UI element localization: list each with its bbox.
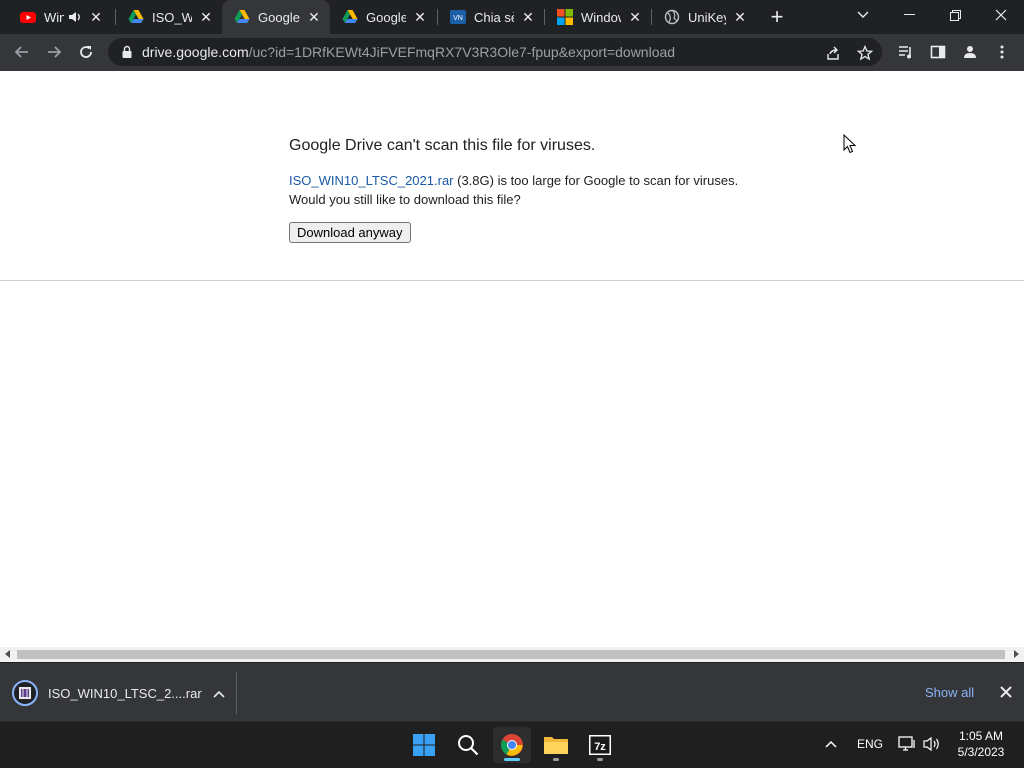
url-path: /uc?id=1DRfKEWt4JiFVEFmqRX7V3R3Ole7-fpup… [248,44,676,60]
forward-button[interactable] [40,38,68,66]
download-shelf: ISO_WIN10_LTSC_2....rar Show all [0,662,1024,721]
forward-arrow-icon [48,46,62,58]
web-page: Google Drive can't scan this file for vi… [0,71,1024,647]
back-arrow-icon [14,46,28,58]
volume-icon[interactable] [922,734,942,754]
divider [0,280,1024,281]
tab-title: Google [258,9,300,25]
close-icon[interactable]: ✕ [88,9,104,25]
mouse-cursor-icon [843,134,857,154]
google-drive-icon [342,10,358,23]
warning-message: ISO_WIN10_LTSC_2021.rar (3.8G) is too la… [289,171,889,209]
close-window-button[interactable] [978,0,1024,30]
horizontal-scrollbar[interactable] [0,647,1024,662]
7zip-icon[interactable]: 7z [581,727,619,763]
screen: Win ✕ ISO_WI ✕ Google ✕ Google ✕ VN Chia… [0,0,1024,768]
size-warning-text: (3.8G) is too large for Google to scan f… [453,173,739,188]
running-app-indicator [553,758,559,761]
reload-button[interactable] [72,38,100,66]
bookmark-star-icon[interactable] [856,44,874,62]
search-icon[interactable] [449,727,487,763]
chevron-up-icon[interactable] [210,686,228,701]
tab-chia-se[interactable]: VN Chia sẻ ✕ [438,0,544,34]
tab-title: Win [44,9,64,25]
svg-text:VN: VN [453,15,463,22]
close-icon[interactable]: ✕ [732,9,748,25]
file-link[interactable]: ISO_WIN10_LTSC_2021.rar [289,173,454,188]
url-host: drive.google.com [142,44,249,60]
download-anyway-button[interactable]: Download anyway [289,222,411,243]
close-icon[interactable]: ✕ [520,9,536,25]
running-app-indicator [597,758,603,761]
file-explorer-icon[interactable] [537,727,575,763]
windows-taskbar: 7z ENG 1:05 AM 5/3/2023 [0,721,1024,768]
network-icon[interactable] [897,734,917,754]
tab-youtube[interactable]: Win ✕ [8,0,112,34]
microsoft-icon [557,9,573,25]
tab-google-drive-2[interactable]: Google ✕ [330,0,436,34]
chevron-up-icon[interactable] [822,734,840,754]
download-filename: ISO_WIN10_LTSC_2....rar [48,685,202,701]
tab-iso-drive[interactable]: ISO_WI ✕ [116,0,222,34]
tab-google-drive-active[interactable]: Google ✕ [222,0,330,34]
vn-site-icon: VN [450,10,466,24]
virus-warning-content: Google Drive can't scan this file for vi… [289,137,889,243]
tab-title: UniKey [688,9,726,25]
download-item[interactable]: ISO_WIN10_LTSC_2....rar [12,677,228,709]
globe-icon [664,9,680,25]
media-queue-icon [899,46,911,59]
scrollbar-thumb[interactable] [17,650,1005,659]
tab-windows[interactable]: Window ✕ [545,0,651,34]
google-drive-icon [234,10,250,23]
shelf-divider [236,672,237,714]
clock-date: 5/3/2023 [957,745,1005,759]
google-drive-icon [128,10,144,23]
tab-title: ISO_WI [152,9,192,25]
chrome-menu-button[interactable] [988,38,1016,66]
share-icon[interactable] [824,44,842,62]
reload-icon [80,46,92,58]
profile-icon [964,46,976,58]
close-icon[interactable] [997,683,1015,701]
media-control-button[interactable] [892,38,920,66]
scroll-left-icon[interactable] [5,650,10,658]
svg-text:7z: 7z [594,741,606,753]
youtube-icon [20,12,36,23]
profile-button[interactable] [956,38,984,66]
close-icon[interactable]: ✕ [306,9,322,25]
tab-title: Chia sẻ [474,9,514,25]
show-all-button[interactable]: Show all [913,683,986,702]
close-icon[interactable]: ✕ [198,9,214,25]
minimize-button[interactable] [886,0,932,30]
active-app-indicator [504,758,520,761]
page-title: Google Drive can't scan this file for vi… [289,137,596,154]
browser-toolbar: drive.google.com/uc?id=1DRfKEWt4JiFVEFmq… [0,34,1024,71]
new-tab-button[interactable]: + [766,6,788,28]
windows-start-icon[interactable] [405,727,443,763]
side-panel-icon [930,45,946,59]
rar-file-icon [12,680,38,706]
language-indicator[interactable]: ENG [852,734,888,754]
address-bar[interactable]: drive.google.com/uc?id=1DRfKEWt4JiFVEFmq… [108,38,882,66]
confirm-question: Would you still like to download this fi… [289,192,521,207]
close-icon[interactable]: ✕ [627,9,643,25]
clock-time: 1:05 AM [958,729,1004,743]
more-vert-icon [1000,45,1004,59]
back-button[interactable] [8,38,36,66]
restore-button[interactable] [932,0,978,30]
chrome-icon[interactable] [493,727,531,763]
speaker-icon[interactable] [68,10,82,24]
clock[interactable]: 1:05 AM 5/3/2023 [946,728,1016,760]
lock-icon[interactable] [120,45,134,59]
tab-strip: Win ✕ ISO_WI ✕ Google ✕ Google ✕ VN Chia… [0,0,1024,34]
tab-search-chevron-icon[interactable] [840,0,886,30]
close-icon[interactable]: ✕ [412,9,428,25]
scroll-right-icon[interactable] [1014,650,1019,658]
tab-unikey[interactable]: UniKey ✕ [652,0,756,34]
tab-title: Google [366,9,406,25]
tab-title: Window [581,9,621,25]
side-panel-button[interactable] [924,38,952,66]
